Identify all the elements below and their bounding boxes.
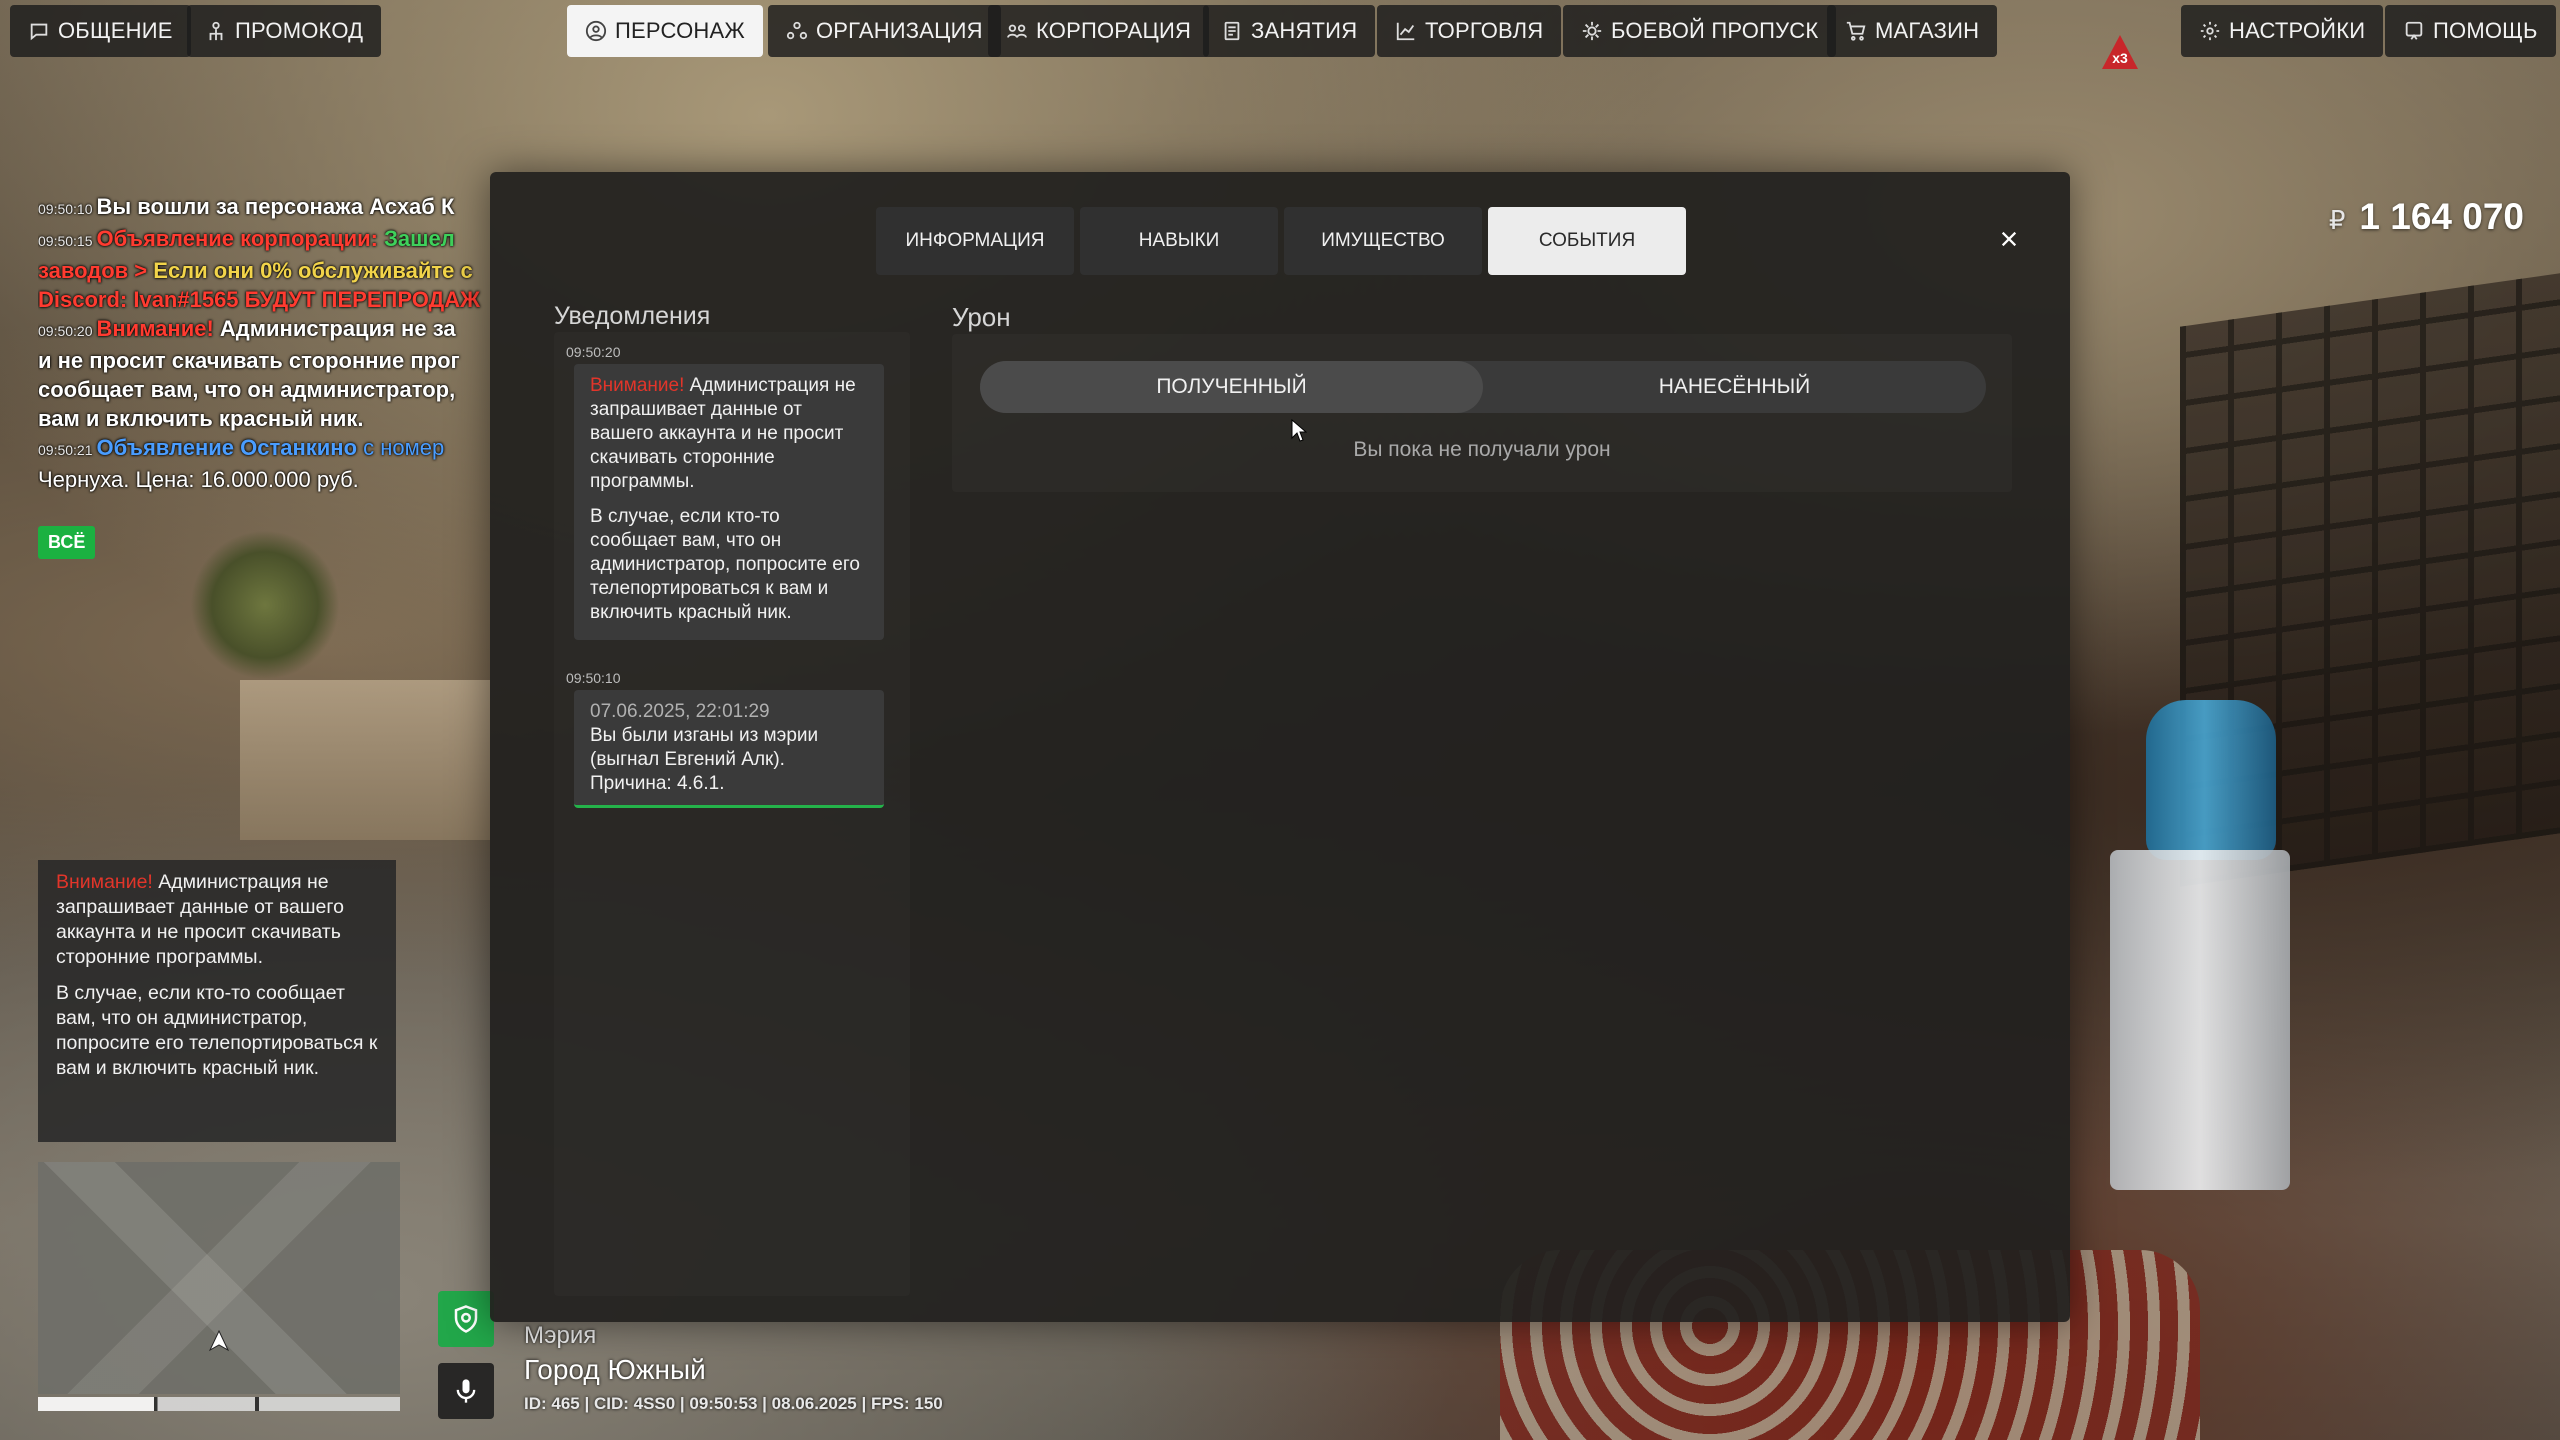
- background-desk: [240, 680, 490, 840]
- nav-chat-label: ОБЩЕНИЕ: [58, 18, 173, 43]
- damage-type-switch: ПОЛУЧЕННЫЙ НАНЕСЁННЫЙ: [980, 361, 1986, 413]
- help-icon: [2403, 20, 2425, 42]
- nav-shop-button[interactable]: МАГАЗИН: [1827, 5, 1998, 57]
- character-modal: ИНФОРМАЦИЯ НАВЫКИ ИМУЩЕСТВО СОБЫТИЯ Увед…: [490, 172, 2070, 1322]
- damage-title: Урон: [952, 302, 1011, 332]
- nav-organization-label: ОРГАНИЗАЦИЯ: [816, 18, 983, 43]
- money-balance: ₽ 1 164 070: [2329, 196, 2524, 238]
- microphone-icon: [438, 1363, 494, 1419]
- xp-multiplier-text: x3: [2112, 50, 2128, 66]
- background-water-bottle: [2146, 700, 2276, 860]
- chat-line: 09:50:21 Объявление Останкино с номер: [38, 435, 445, 460]
- nav-trade-button[interactable]: ТОРГОВЛЯ: [1377, 5, 1562, 57]
- top-navigation: ОБЩЕНИЕ ПРОМОКОД ПЕРСОНАЖ ОРГАНИЗАЦИЯ КО…: [0, 5, 2560, 69]
- damage-panel: ПОЛУЧЕННЫЙ НАНЕСЁННЫЙ Вы пока не получал…: [952, 334, 2012, 492]
- tab-skills[interactable]: НАВЫКИ: [1080, 207, 1278, 275]
- chat-log: 09:50:10 Вы вошли за персонажа Асхаб К 09…: [38, 192, 488, 494]
- notification-timestamp: 09:50:10: [566, 670, 621, 686]
- location-icons: [438, 1291, 494, 1419]
- nav-settings-label: НАСТРОЙКИ: [2229, 18, 2366, 43]
- nav-promo-button[interactable]: ПРОМОКОД: [187, 5, 382, 57]
- damage-dealt-button[interactable]: НАНЕСЁННЫЙ: [1483, 361, 1986, 413]
- gear-star-icon: [1581, 20, 1603, 42]
- mouse-cursor-icon: [1291, 419, 1307, 442]
- user-icon: [585, 20, 607, 42]
- notifications-panel: 09:50:20 Внимание! Администрация не запр…: [554, 332, 910, 1296]
- chat-line: заводов > Если они 0% обслуживайте с: [38, 258, 473, 283]
- admin-warning-paragraph-2: В случае, если кто-то сообщает вам, что …: [56, 982, 378, 1079]
- clipboard-icon: [1221, 20, 1243, 42]
- character-tabs: ИНФОРМАЦИЯ НАВЫКИ ИМУЩЕСТВО СОБЫТИЯ: [876, 207, 1686, 275]
- notification-paragraph: Внимание! Администрация не запрашивает д…: [590, 374, 868, 494]
- admin-warning-paragraph: Внимание! Администрация не запрашивает д…: [56, 870, 378, 970]
- notification-text: Вы были изганы из мэрии (выгнал Евгений …: [590, 725, 819, 794]
- xp-multiplier-icon: x3: [2102, 35, 2138, 69]
- chat-line: 09:50:15 Объявление корпорации: Зашел: [38, 226, 455, 251]
- notifications-title: Уведомления: [554, 302, 711, 330]
- minimap: [38, 1162, 400, 1394]
- warning-label: Внимание!: [56, 871, 153, 893]
- notification-timestamp: 09:50:20: [566, 344, 621, 360]
- nav-character-button[interactable]: ПЕРСОНАЖ: [567, 5, 763, 57]
- notification-paragraph-2: В случае, если кто-то сообщает вам, что …: [590, 506, 860, 623]
- nav-battle-pass-button[interactable]: БОЕВОЙ ПРОПУСК: [1563, 5, 1837, 57]
- organization-icon: [786, 20, 808, 42]
- chat-line: Чернуха. Цена: 16.000.000 руб.: [38, 467, 359, 492]
- nav-battle-pass-label: БОЕВОЙ ПРОПУСК: [1611, 18, 1819, 43]
- close-button[interactable]: [1994, 224, 2024, 254]
- nav-organization-button[interactable]: ОРГАНИЗАЦИЯ: [768, 5, 1001, 57]
- currency-symbol: ₽: [2328, 205, 2346, 235]
- damage-empty-message: Вы пока не получали урон: [1353, 438, 1611, 461]
- notification-date: 07.06.2025, 22:01:29: [590, 701, 770, 722]
- location-info: Мэрия Город Южный ID: 465 | CID: 4SS0 | …: [524, 1322, 943, 1414]
- chat-line: 09:50:20 Внимание! Администрация не за: [38, 316, 456, 341]
- session-meta: ID: 465 | CID: 4SS0 | 09:50:53 | 08.06.2…: [524, 1394, 943, 1413]
- health-armor-bar: [38, 1397, 400, 1411]
- chat-line: и не просит скачивать сторонние прог: [38, 348, 460, 373]
- chart-icon: [1395, 20, 1417, 42]
- cart-icon: [1845, 20, 1867, 42]
- nav-character-label: ПЕРСОНАЖ: [615, 18, 745, 43]
- chat-line: вам и включить красный ник.: [38, 406, 364, 431]
- location-city: Город Южный: [524, 1354, 706, 1385]
- close-icon: [2001, 231, 2017, 247]
- chat-icon: [28, 20, 50, 42]
- nav-corporation-label: КОРПОРАЦИЯ: [1036, 18, 1192, 43]
- nav-trade-label: ТОРГОВЛЯ: [1425, 18, 1544, 43]
- tab-property[interactable]: ИМУЩЕСТВО: [1284, 207, 1482, 275]
- nav-activities-button[interactable]: ЗАНЯТИЯ: [1203, 5, 1376, 57]
- nav-help-label: ПОМОЩЬ: [2433, 18, 2538, 43]
- settings-icon: [2199, 20, 2221, 42]
- person-gift-icon: [205, 20, 227, 42]
- nav-help-button[interactable]: ПОМОЩЬ: [2385, 5, 2556, 57]
- tab-events[interactable]: СОБЫТИЯ: [1488, 207, 1686, 275]
- balance-amount: 1 164 070: [2359, 196, 2524, 237]
- location-building: Мэрия: [524, 1322, 597, 1349]
- nav-shop-label: МАГАЗИН: [1875, 18, 1980, 43]
- safe-zone-shield-icon: [438, 1291, 494, 1347]
- tab-information[interactable]: ИНФОРМАЦИЯ: [876, 207, 1074, 275]
- admin-warning-popup: Внимание! Администрация не запрашивает д…: [38, 860, 396, 1142]
- background-plant: [190, 530, 340, 680]
- nav-chat-button[interactable]: ОБЩЕНИЕ: [10, 5, 191, 57]
- background-water-cooler: [2110, 850, 2290, 1190]
- notification-card[interactable]: 07.06.2025, 22:01:29 Вы были изганы из м…: [574, 690, 884, 808]
- group-icon: [1006, 20, 1028, 42]
- chat-line: Discord: Ivan#1565 БУДУТ ПЕРЕПРОДАЖ: [38, 287, 480, 312]
- chat-filter-all-button[interactable]: ВСЁ: [38, 526, 96, 559]
- nav-promo-label: ПРОМОКОД: [235, 18, 364, 43]
- nav-activities-label: ЗАНЯТИЯ: [1251, 18, 1358, 43]
- nav-settings-button[interactable]: НАСТРОЙКИ: [2181, 5, 2384, 57]
- damage-received-button[interactable]: ПОЛУЧЕННЫЙ: [980, 361, 1483, 413]
- chat-line: 09:50:10 Вы вошли за персонажа Асхаб К: [38, 194, 455, 219]
- warning-label: Внимание!: [590, 375, 685, 396]
- player-arrow-icon: [208, 1330, 230, 1352]
- chat-line: сообщает вам, что он администратор,: [38, 377, 456, 402]
- notification-card[interactable]: Внимание! Администрация не запрашивает д…: [574, 364, 884, 640]
- nav-corporation-button[interactable]: КОРПОРАЦИЯ: [988, 5, 1210, 57]
